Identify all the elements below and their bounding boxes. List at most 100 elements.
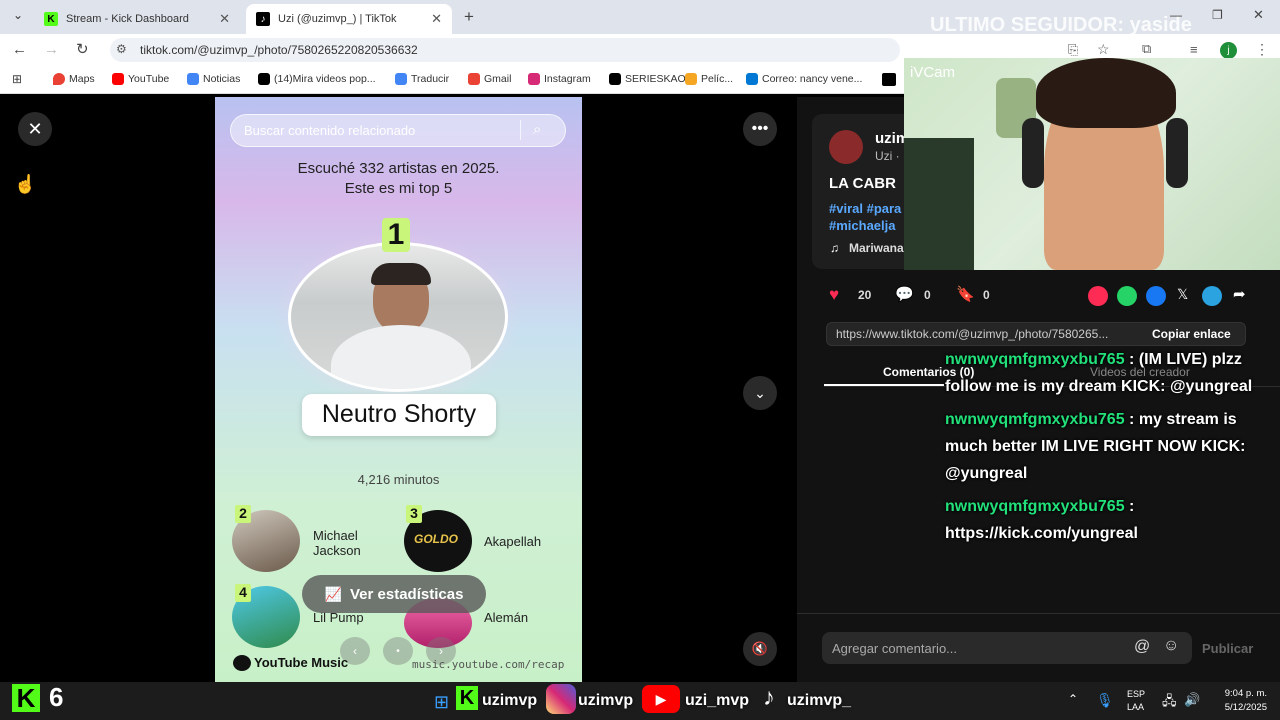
input-layout[interactable]: LAA	[1127, 702, 1144, 712]
tab-tiktok[interactable]: ♪ Uzi (@uzimvp_) | TikTok ✕	[246, 4, 452, 34]
tiktok-overlay-icon: ♪	[763, 684, 775, 711]
tab-kick-dashboard[interactable]: K Stream - Kick Dashboard ✕	[34, 4, 240, 34]
tab-search-chevron-icon[interactable]: ⌄	[8, 8, 28, 26]
telegram-icon[interactable]	[1202, 286, 1222, 306]
footer-brand: YouTube Music	[254, 655, 349, 670]
facebook-icon[interactable]	[1146, 286, 1166, 306]
close-tab-icon[interactable]: ✕	[431, 11, 442, 27]
next-post-button[interactable]: ⌄	[743, 376, 777, 410]
profile-avatar-icon[interactable]: j	[1220, 42, 1237, 59]
bookmark-star-icon[interactable]: ☆	[1097, 41, 1110, 58]
apps-grid-icon[interactable]: ⊞	[12, 72, 22, 86]
view-stats-button[interactable]: 📈 Ver estadísticas	[302, 575, 486, 613]
slide-indicator-dot[interactable]: •	[383, 637, 413, 665]
clock-time[interactable]: 9:04 p. m.	[1207, 688, 1267, 699]
comment-placeholder: Agregar comentario...	[832, 641, 958, 656]
bookmark-correo[interactable]: Correo: nancy vene...	[746, 73, 862, 85]
webcam-overlay	[904, 58, 1280, 270]
author-avatar[interactable]	[829, 130, 863, 164]
maps-pin-icon	[53, 73, 65, 85]
restore-icon[interactable]: ❐	[1212, 8, 1223, 22]
like-heart-icon[interactable]: ♥	[829, 285, 839, 305]
recap-subheadline: Este es mi top 5	[344, 180, 453, 197]
bookmark-peliculas[interactable]: Pelíc...	[685, 73, 733, 85]
share-arrow-icon[interactable]: ➦	[1233, 285, 1246, 303]
input-language[interactable]: ESP	[1127, 689, 1145, 699]
post-hashtags-line2[interactable]: #michaelja	[829, 218, 896, 233]
bookmark-serieskao[interactable]: SERIESKAO	[609, 73, 686, 85]
cursor-hand-icon: ☝	[14, 174, 37, 194]
share-link-url[interactable]: https://www.tiktok.com/@uzimvp_/photo/75…	[836, 327, 1108, 341]
chat-text: :	[1124, 498, 1135, 515]
mute-button[interactable]: 🔇	[743, 632, 777, 666]
chat-text: much better IM LIVE RIGHT NOW KICK:	[945, 438, 1246, 455]
new-tab-icon[interactable]: +	[464, 7, 474, 27]
tab-title: Uzi (@uzimvp_) | TikTok	[278, 13, 397, 25]
tiktok-icon	[258, 73, 270, 85]
related-search-placeholder: Buscar contenido relacionado	[244, 123, 416, 138]
bookmark-gmail[interactable]: Gmail	[468, 73, 511, 85]
copy-link-button[interactable]: Copiar enlace	[1152, 327, 1231, 341]
artist-2-name: Michael	[313, 528, 358, 543]
minimize-icon[interactable]: —	[1170, 8, 1182, 22]
emoji-icon[interactable]: ☺	[1163, 637, 1179, 655]
bookmark-instagram[interactable]: Instagram	[528, 73, 591, 85]
kick-taskbar-icon[interactable]: K	[456, 686, 478, 710]
stream-chat-overlay: nwnwyqmfgmxyxbu765 : (IM LIVE) plzz foll…	[945, 346, 1280, 547]
publish-button[interactable]: Publicar	[1202, 641, 1253, 656]
bookmark-youtube[interactable]: YouTube	[112, 73, 169, 85]
chat-username: nwnwyqmfgmxyxbu765	[945, 411, 1125, 428]
rank-1-badge: 1	[382, 218, 410, 252]
kick-bookmark-icon[interactable]	[882, 73, 896, 86]
extensions-icon[interactable]: ⧉	[1142, 41, 1151, 57]
microphone-icon[interactable]: 🎙	[1096, 692, 1114, 709]
bookmark-noticias[interactable]: Noticias	[187, 73, 240, 85]
chat-text: : (IM LIVE) plzz	[1124, 351, 1242, 368]
post-hashtags[interactable]: #viral #para	[829, 201, 901, 216]
close-tab-icon[interactable]: ✕	[219, 11, 230, 27]
repost-icon[interactable]	[1088, 286, 1108, 306]
install-app-icon[interactable]: ⎘	[1068, 42, 1078, 58]
chat-username: nwnwyqmfgmxyxbu765	[945, 351, 1125, 368]
more-options-button[interactable]: •••	[743, 112, 777, 146]
whatsapp-icon[interactable]	[1117, 286, 1137, 306]
volume-icon[interactable]: 🔊	[1184, 692, 1200, 708]
window-close-icon[interactable]: ✕	[1253, 7, 1264, 23]
chat-username: nwnwyqmfgmxyxbu765	[945, 498, 1125, 515]
search-divider	[520, 120, 521, 140]
bookmark-icon[interactable]: 🔖	[956, 285, 975, 303]
social-handle-kick: uzimvp	[482, 692, 538, 709]
media-controls-icon[interactable]: ≡	[1190, 42, 1198, 57]
comment-count: 0	[924, 288, 931, 302]
bookmark-traducir[interactable]: Traducir	[395, 73, 449, 85]
chat-message: nwnwyqmfgmxyxbu765 : my stream is much b…	[945, 406, 1280, 487]
tray-overflow-icon[interactable]: ⌃	[1068, 692, 1078, 706]
network-icon[interactable]: 🖧	[1162, 692, 1177, 714]
comment-icon[interactable]: 💬	[895, 285, 914, 303]
bookmark-maps[interactable]: Maps	[53, 73, 95, 85]
kick-favicon-icon: K	[44, 12, 58, 26]
close-viewer-button[interactable]: ✕	[18, 112, 52, 146]
tab-title: Stream - Kick Dashboard	[66, 13, 189, 25]
chat-message: nwnwyqmfgmxyxbu765 : https://kick.com/yu…	[945, 493, 1280, 547]
url-text[interactable]: tiktok.com/@uzimvp_/photo/75802652208205…	[140, 43, 418, 57]
mention-icon[interactable]: @	[1134, 638, 1150, 656]
forward-icon[interactable]: →	[44, 41, 59, 58]
windows-start-icon[interactable]: ⊞	[434, 692, 449, 713]
chat-message: nwnwyqmfgmxyxbu765 : (IM LIVE) plzz foll…	[945, 346, 1280, 400]
kick-viewer-count: 6	[49, 682, 64, 712]
browser-menu-icon[interactable]: ⋮	[1255, 41, 1269, 58]
site-info-icon[interactable]: ⚙	[116, 42, 127, 56]
post-music[interactable]: Mariwana	[849, 241, 904, 255]
x-twitter-icon[interactable]: 𝕏	[1177, 286, 1188, 303]
instagram-overlay-icon	[546, 684, 576, 714]
kick-overlay-logo-icon: K	[12, 684, 40, 712]
search-icon[interactable]: ⌕	[533, 121, 541, 138]
back-icon[interactable]: ←	[12, 41, 27, 58]
view-stats-label: Ver estadísticas	[350, 585, 464, 603]
social-handle-tiktok: uzimvp_	[787, 692, 852, 709]
reload-icon[interactable]: ↻	[76, 40, 89, 58]
clock-date[interactable]: 5/12/2025	[1207, 702, 1267, 713]
bookmark-tiktok[interactable]: (14)Mira videos pop...	[258, 73, 376, 85]
artist-5-name: Alemán	[484, 610, 529, 625]
